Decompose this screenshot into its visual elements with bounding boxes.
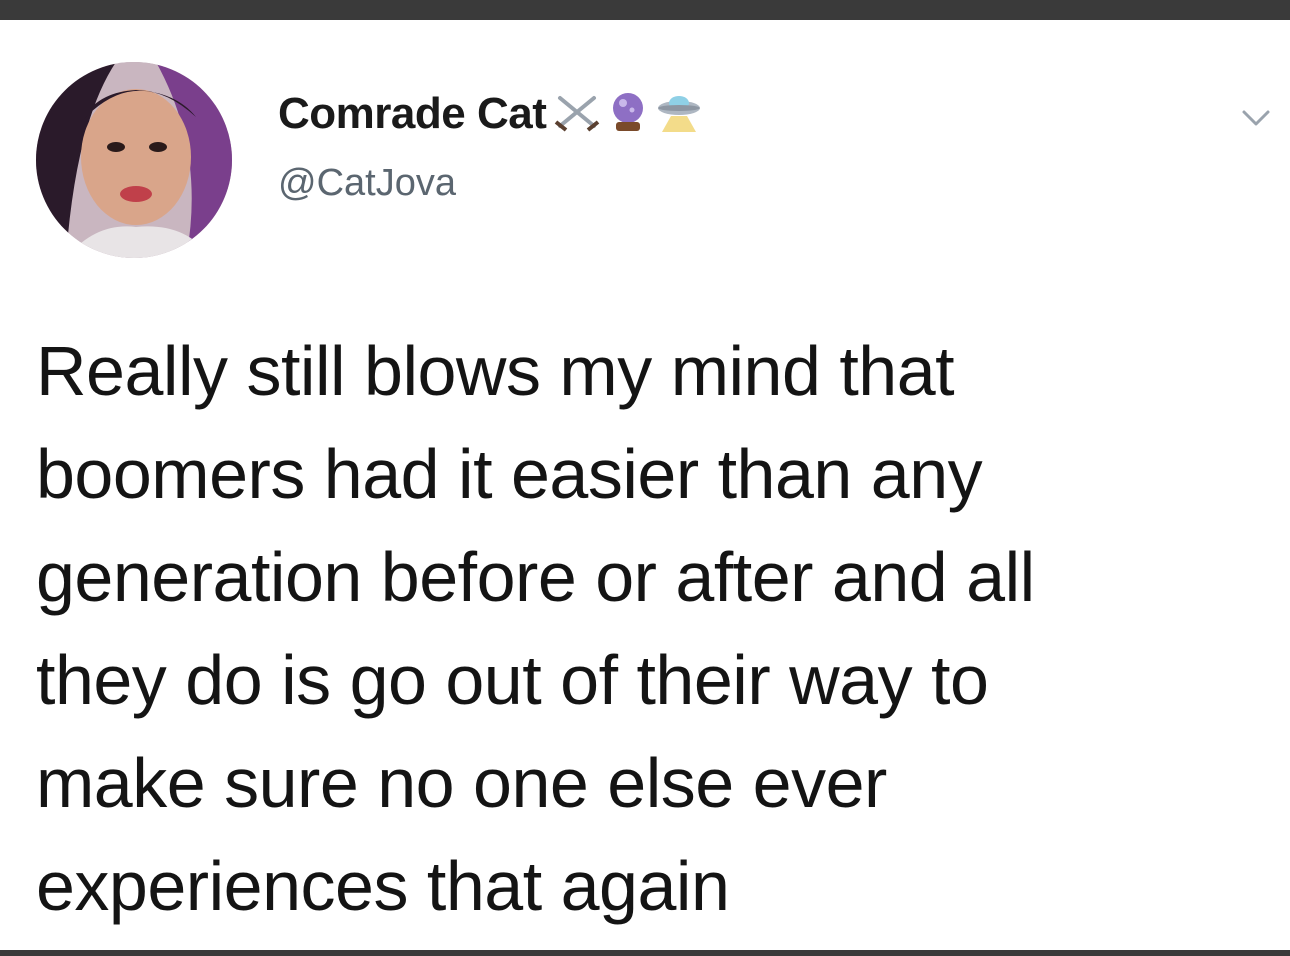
avatar-image — [36, 62, 232, 258]
tweet-text-line: Really still blows my mind that — [36, 332, 955, 410]
tweet-text: Really still blows my mind that boomers … — [36, 320, 1256, 938]
tweet-text-line: they do is go out of their way to — [36, 641, 989, 719]
top-frame-bar — [0, 0, 1290, 20]
crossed-swords-icon — [554, 92, 600, 137]
avatar[interactable] — [36, 62, 232, 258]
crystal-ball-icon — [606, 90, 650, 139]
tweet-text-line: experiences that again — [36, 847, 730, 925]
flying-saucer-icon — [656, 90, 702, 139]
chevron-down-icon[interactable] — [1236, 104, 1276, 132]
tweet-text-line: make sure no one else ever — [36, 744, 887, 822]
name-row: Comrade Cat — [278, 86, 702, 142]
user-handle[interactable]: @CatJova — [278, 162, 702, 205]
tweet-screenshot: Comrade Cat @CatJova Really still blows … — [0, 0, 1290, 956]
display-name[interactable]: Comrade Cat — [278, 89, 547, 139]
bottom-frame-bar — [0, 950, 1290, 956]
tweet-text-line: boomers had it easier than any — [36, 435, 983, 513]
tweet-text-line: generation before or after and all — [36, 538, 1035, 616]
tweet-header: Comrade Cat @CatJova — [278, 86, 702, 205]
